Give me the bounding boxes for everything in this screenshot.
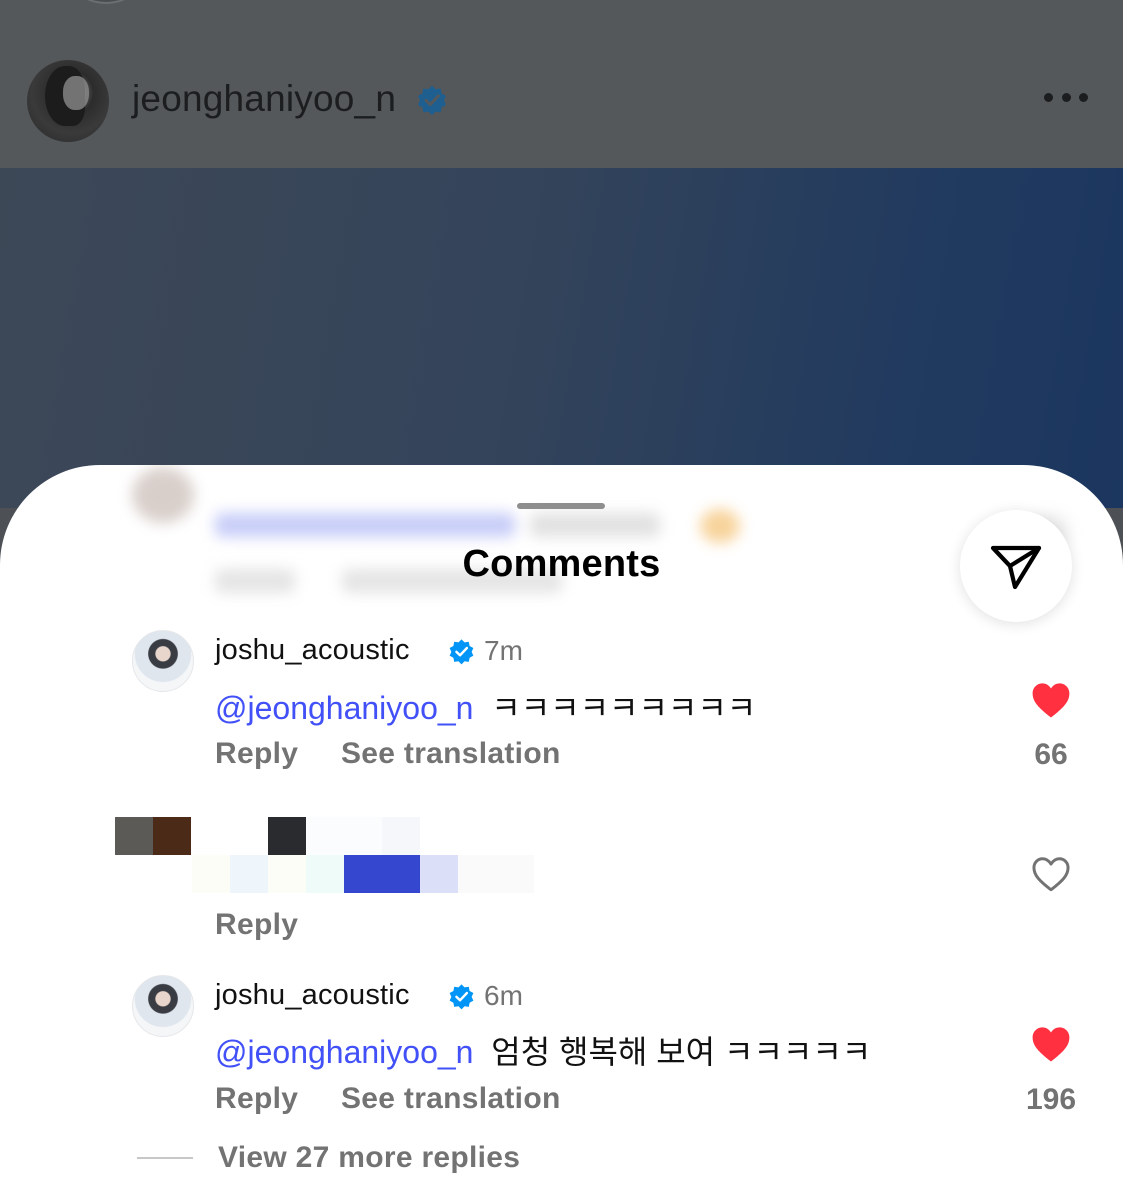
commenter-avatar[interactable] [132, 975, 194, 1037]
mention-link[interactable]: @jeonghaniyoo_n [215, 1034, 473, 1070]
drag-handle[interactable] [517, 503, 605, 509]
blurred-comment [0, 465, 1123, 615]
heart-filled-icon[interactable] [1030, 680, 1072, 720]
see-translation-button[interactable]: See translation [341, 1082, 561, 1116]
mention-link[interactable]: @jeonghaniyoo_n [215, 690, 473, 726]
heart-filled-icon[interactable] [1030, 1024, 1072, 1064]
verified-badge-icon [449, 984, 474, 1010]
sheet-title: Comments [462, 543, 661, 585]
post-author-avatar[interactable] [27, 60, 109, 142]
see-translation-button[interactable]: See translation [341, 737, 561, 771]
comment-body: ㅋㅋㅋㅋㅋㅋㅋㅋㅋ [491, 690, 757, 726]
view-more-replies-button[interactable]: View 27 more replies [218, 1141, 520, 1175]
reply-button[interactable]: Reply [215, 908, 298, 942]
comment-body: 엄청 행복해 보여 ㅋㅋㅋㅋㅋ [491, 1034, 872, 1070]
post-author-username[interactable]: jeonghaniyoo_n [132, 78, 396, 120]
heart-outline-icon[interactable] [1030, 854, 1072, 894]
comments-sheet: Comments joshu_acoustic 7m @jeonghaniyoo… [0, 465, 1123, 1200]
like-count: 66 [1034, 738, 1068, 771]
comment-text: @jeonghaniyoo_n ㅋㅋㅋㅋㅋㅋㅋㅋㅋ [215, 683, 756, 729]
verified-badge-icon [417, 85, 447, 116]
share-button[interactable] [960, 510, 1072, 622]
reply-button[interactable]: Reply [215, 737, 298, 771]
comment-timestamp: 6m [484, 980, 523, 1011]
comment-timestamp: 7m [484, 635, 523, 666]
reply-button[interactable]: Reply [215, 1082, 298, 1116]
story-avatar-partial [74, 0, 138, 4]
post-media [0, 168, 1123, 508]
replies-divider [137, 1157, 193, 1159]
more-horizontal-icon[interactable] [1044, 93, 1088, 105]
comment-text: @jeonghaniyoo_n 엄청 행복해 보여 ㅋㅋㅋㅋㅋ [215, 1027, 871, 1073]
commenter-username[interactable]: joshu_acoustic [215, 979, 410, 1012]
commenter-username[interactable]: joshu_acoustic [215, 634, 410, 667]
post-header: jeonghaniyoo_n [0, 0, 1123, 168]
like-count: 196 [1025, 1083, 1077, 1116]
commenter-avatar[interactable] [132, 630, 194, 692]
verified-badge-icon [449, 639, 474, 665]
send-paper-plane-icon [990, 545, 1042, 590]
